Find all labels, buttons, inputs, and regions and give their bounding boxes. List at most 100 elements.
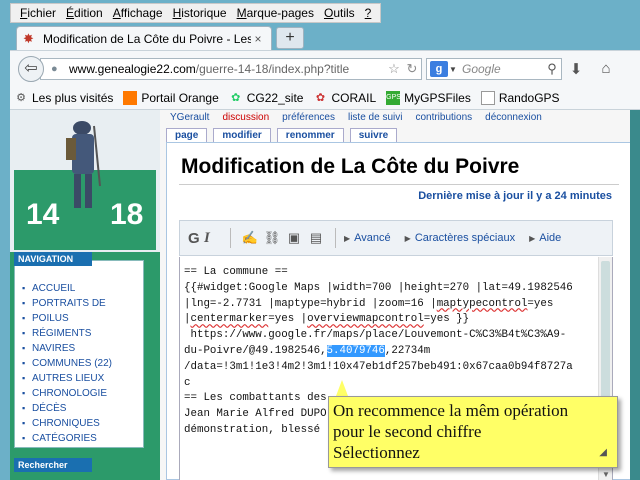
triangle-right-icon: ▶ <box>529 233 536 243</box>
bookmark-star-icon[interactable]: ☆ <box>385 61 403 77</box>
gps-icon: GPS <box>386 90 401 105</box>
bookmark-cg22[interactable]: ✿ CG22_site <box>229 91 303 105</box>
bookmark-corail[interactable]: ✿ CORAIL <box>313 91 376 105</box>
corail-icon: ✿ <box>315 91 326 104</box>
bookmark-most-visited[interactable]: ⚙ Les plus visités <box>14 91 113 105</box>
sidebar: ACCUEIL PORTRAITS DE POILUS RÉGIMENTS NA… <box>10 252 160 480</box>
menu-fichier[interactable]: Fichier <box>15 6 61 20</box>
menu-historique[interactable]: Historique <box>168 6 232 20</box>
globe-icon: ● <box>51 63 58 75</box>
tab-modifier[interactable]: modifier <box>213 128 271 142</box>
chevron-down-icon[interactable]: ▼ <box>448 65 458 74</box>
selected-text[interactable]: 5.4079746 <box>326 344 385 357</box>
reload-icon[interactable]: ↻ <box>403 61 421 77</box>
url-text: www.genealogie22.com/guerre-14-18/index.… <box>69 62 350 76</box>
editor-toolbar: G I ✍ ⛓ ▣ ▤ ▶ Avancé ▶ Caractères spécia… <box>179 220 613 256</box>
navigation-heading: NAVIGATION <box>14 252 92 266</box>
resize-grip-icon: ◢ <box>599 447 607 458</box>
page-title: Modification de La Côte du Poivre <box>181 155 520 178</box>
triangle-right-icon: ▶ <box>344 233 351 243</box>
tab-suivre[interactable]: suivre <box>349 128 398 142</box>
signature-icon[interactable]: ✍ <box>239 230 261 246</box>
nav-item-chroniques[interactable]: CHRONIQUES <box>21 416 143 431</box>
toolbar-divider <box>335 228 336 248</box>
nav-item-communes[interactable]: COMMUNES (22) <box>21 356 143 371</box>
logo-year-left: 14 <box>26 198 60 231</box>
scroll-down-icon[interactable]: ▼ <box>599 470 613 479</box>
tab-title: Modification de La Côte du Poivre - Les … <box>43 31 251 46</box>
menu-affichage[interactable]: Affichage <box>108 6 168 20</box>
nav-item-regiments[interactable]: RÉGIMENTS <box>21 326 143 341</box>
tab-active[interactable]: ✸ Modification de La Côte du Poivre - Le… <box>16 26 272 50</box>
bookmarks-toolbar: ⚙ Les plus visités Portail Orange ✿ CG22_s… <box>10 86 640 110</box>
tab-strip: ✸ Modification de La Côte du Poivre - Le… <box>10 24 640 50</box>
tooltip-pointer <box>336 380 348 396</box>
italic-button[interactable]: I <box>204 230 222 247</box>
contributions-link[interactable]: contributions <box>415 112 472 126</box>
search-bar[interactable]: g ▼ Google ⚲ <box>426 58 562 80</box>
logo-year-right: 18 <box>110 198 144 231</box>
page-tabs: page modifier renommer suivre <box>166 128 630 142</box>
home-icon[interactable]: ⌂ <box>596 60 616 77</box>
nav-item-poilus[interactable]: POILUS <box>21 311 143 326</box>
menu-help[interactable]: ? <box>360 6 377 20</box>
tutorial-tooltip: On recommence la mêm opération pour le s… <box>328 396 618 468</box>
bold-button[interactable]: G <box>188 230 204 247</box>
favicon-icon: ✸ <box>23 30 34 46</box>
tab-renommer[interactable]: renommer <box>276 128 344 142</box>
url-bar[interactable]: ● www.genealogie22.com/guerre-14-18/inde… <box>40 58 422 80</box>
reference-icon[interactable]: ▤ <box>305 230 327 246</box>
menu-marque-pages[interactable]: Marque-pages <box>232 6 319 20</box>
bookmark-mygpsfiles[interactable]: GPS MyGPSFiles <box>386 90 471 105</box>
tooltip-line-1: On recommence la mêm opération <box>333 401 569 420</box>
new-tab-button[interactable]: + <box>276 27 304 49</box>
search-placeholder: Google <box>462 62 501 76</box>
special-chars-toggle[interactable]: Caractères spéciaux <box>415 232 515 244</box>
soldier-icon <box>66 121 101 208</box>
logout-link[interactable]: déconnexion <box>485 112 542 126</box>
bookmark-randogps[interactable]: RandoGPS <box>480 90 560 105</box>
search-heading: Rechercher <box>14 458 92 472</box>
link-icon[interactable]: ⛓ <box>261 230 283 246</box>
navigation-list: ACCUEIL PORTRAITS DE POILUS RÉGIMENTS NA… <box>21 281 143 446</box>
personal-toolbar: YGerault discussion préférences liste de… <box>170 112 630 126</box>
last-modified-notice[interactable]: Dernière mise à jour il y a 24 minutes <box>418 190 612 202</box>
cg22-icon: ✿ <box>231 91 241 104</box>
nav-item-accueil[interactable]: ACCUEIL <box>21 281 143 296</box>
nav-item-chronologie[interactable]: CHRONOLOGIE <box>21 386 143 401</box>
discussion-link[interactable]: discussion <box>222 112 269 126</box>
nav-item-portraits[interactable]: PORTRAITS DE <box>21 296 143 311</box>
browser-window: Fichier Édition Affichage Historique Marque-… <box>0 0 640 480</box>
nav-item-deces[interactable]: DÉCÈS <box>21 401 143 416</box>
help-toggle[interactable]: Aide <box>539 232 561 244</box>
toolbar-divider <box>230 228 231 248</box>
nav-item-navires[interactable]: NAVIRES <box>21 341 143 356</box>
site-logo[interactable]: 14 18 <box>10 110 160 252</box>
tab-page[interactable]: page <box>166 128 208 142</box>
download-icon[interactable]: ⬇ <box>566 60 586 78</box>
watchlist-link[interactable]: liste de suivi <box>348 112 402 126</box>
navigation-box: ACCUEIL PORTRAITS DE POILUS RÉGIMENTS NA… <box>14 260 144 448</box>
menu-bar: Fichier Édition Affichage Historique Marque-… <box>10 3 382 23</box>
navigation-toolbar: ● www.genealogie22.com/guerre-14-18/inde… <box>10 50 640 86</box>
triangle-right-icon: ▶ <box>404 233 411 243</box>
google-icon[interactable]: g <box>430 61 448 77</box>
orange-icon <box>123 90 138 105</box>
page-icon <box>480 90 495 105</box>
tooltip-line-3: Sélectionnez <box>333 443 420 462</box>
search-icon[interactable]: ⚲ <box>543 61 561 77</box>
preferences-link[interactable]: préférences <box>282 112 335 126</box>
title-divider <box>179 184 619 185</box>
nav-item-autres-lieux[interactable]: AUTRES LIEUX <box>21 371 143 386</box>
close-tab-icon[interactable]: × <box>251 32 265 46</box>
nav-item-categories[interactable]: CATÉGORIES <box>21 431 143 446</box>
user-link[interactable]: YGerault <box>170 112 209 126</box>
menu-dition[interactable]: Édition <box>61 6 108 20</box>
desktop-edge <box>630 110 640 480</box>
back-button[interactable]: ⇦ <box>18 56 44 82</box>
bookmark-orange[interactable]: Portail Orange <box>123 90 219 105</box>
image-icon[interactable]: ▣ <box>283 230 305 246</box>
menu-outils[interactable]: Outils <box>319 6 360 20</box>
advanced-toggle[interactable]: Avancé <box>354 232 391 244</box>
tooltip-line-2: pour le second chiffre <box>333 422 482 441</box>
